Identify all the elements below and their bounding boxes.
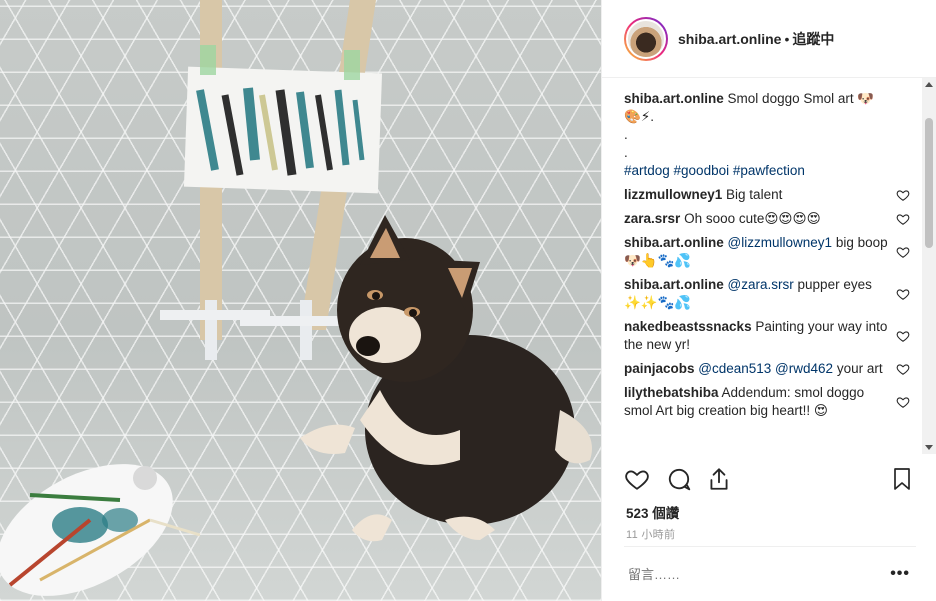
bookmark-icon[interactable] <box>890 466 914 492</box>
heart-icon[interactable] <box>896 245 910 259</box>
comment-username[interactable]: nakedbeastssnacks <box>624 319 752 334</box>
instagram-post: shiba.art.online • 追蹤中 shiba.art.online … <box>0 0 936 601</box>
heart-icon[interactable] <box>896 212 910 226</box>
post-side-panel: shiba.art.online • 追蹤中 shiba.art.online … <box>601 0 936 601</box>
heart-icon[interactable] <box>896 329 910 343</box>
comment-username[interactable]: shiba.art.online <box>624 91 724 106</box>
list-item: painjacobs @cdean513 @rwd462 your art <box>624 360 914 378</box>
list-item: shiba.art.online @zara.srsr pupper eyes … <box>624 276 914 312</box>
list-item: nakedbeastssnacks Painting your way into… <box>624 318 914 354</box>
divider <box>624 546 916 547</box>
painting-canvas <box>183 45 383 194</box>
add-comment-input[interactable] <box>626 566 890 583</box>
list-item: zara.srsr Oh sooo cute😍😍😍😍 <box>624 210 914 228</box>
caption-dot: . <box>624 127 628 142</box>
comment-username[interactable]: zara.srsr <box>624 211 680 226</box>
share-icon[interactable] <box>706 466 732 492</box>
comment-username[interactable]: lilythebatshiba <box>624 385 719 400</box>
heart-icon[interactable] <box>896 287 910 301</box>
comment-mention[interactable]: @lizzmullowney1 <box>728 235 833 250</box>
comments-scrollbar[interactable] <box>922 78 936 454</box>
more-options-icon[interactable]: ••• <box>890 565 910 583</box>
following-button[interactable]: 追蹤中 <box>792 29 834 49</box>
paint-palette <box>0 464 201 596</box>
photo-illustration <box>0 0 592 596</box>
action-bar <box>624 466 914 494</box>
comment-username[interactable]: lizzmullowney1 <box>624 187 722 202</box>
avatar-image <box>626 18 666 59</box>
list-item: shiba.art.online @lizzmullowney1 big boo… <box>624 234 914 270</box>
post-photo[interactable] <box>0 0 601 601</box>
comment-username[interactable]: painjacobs <box>624 361 695 376</box>
comment-text: Big talent <box>726 187 783 202</box>
comment-mention[interactable]: @cdean513 @rwd462 <box>698 361 833 376</box>
heart-icon[interactable] <box>896 188 910 202</box>
comment-username[interactable]: shiba.art.online <box>624 235 724 250</box>
heart-icon[interactable] <box>896 362 910 376</box>
scroll-up-arrow-icon[interactable] <box>925 82 933 87</box>
comment-mention[interactable]: @zara.srsr <box>728 277 794 292</box>
like-count[interactable]: 523 個讚 <box>626 502 679 522</box>
scroll-thumb[interactable] <box>925 118 933 248</box>
comment-username[interactable]: shiba.art.online <box>624 277 724 292</box>
heart-icon[interactable] <box>624 466 650 492</box>
heart-icon[interactable] <box>896 395 910 409</box>
avatar[interactable] <box>624 16 668 61</box>
post-timestamp[interactable]: 11 小時前 <box>626 526 675 542</box>
caption: shiba.art.online Smol doggo Smol art 🐶🎨⚡… <box>624 90 914 180</box>
caption-dot: . <box>624 145 628 160</box>
comment-text: Oh sooo cute😍😍😍😍 <box>684 211 821 226</box>
comment-text: your art <box>836 361 883 376</box>
list-item: lilythebatshiba Addendum: smol doggo smo… <box>624 384 914 420</box>
caption-hashtags[interactable]: #artdog #goodboi #pawfection <box>624 162 888 180</box>
comment-icon[interactable] <box>666 466 692 492</box>
scroll-down-arrow-icon[interactable] <box>925 445 933 450</box>
comment-list[interactable]: shiba.art.online Smol doggo Smol art 🐶🎨⚡… <box>624 90 914 454</box>
post-header: shiba.art.online • 追蹤中 <box>602 0 936 78</box>
shiba-dog <box>300 215 592 542</box>
header-username[interactable]: shiba.art.online <box>678 31 781 47</box>
list-item: lizzmullowney1 Big talent <box>624 186 914 204</box>
header-separator: • <box>784 30 790 47</box>
